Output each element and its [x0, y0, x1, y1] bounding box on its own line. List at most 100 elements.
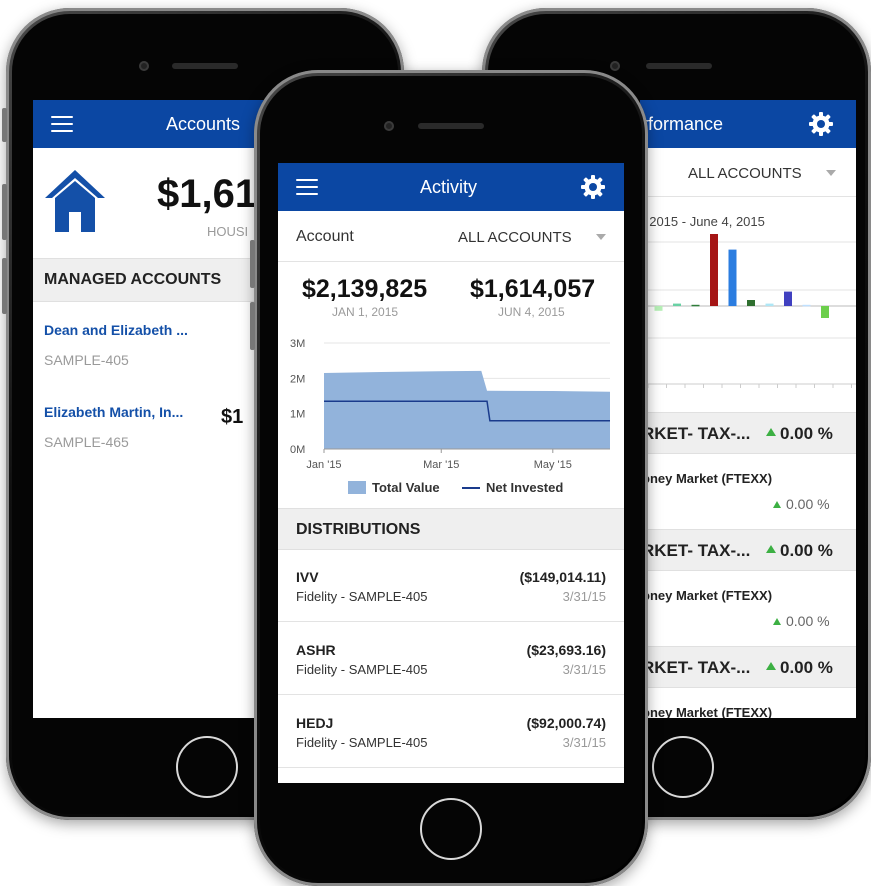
up-arrow-icon — [766, 662, 776, 670]
account-label: Account — [296, 228, 354, 245]
chevron-down-icon — [826, 170, 836, 176]
y-tick-label: 2M — [290, 373, 305, 385]
y-tick-label: 3M — [290, 338, 305, 350]
distribution-row[interactable]: ASHR Fidelity - SAMPLE-405 ($23,693.16) 3/3… — [278, 622, 624, 695]
total-subtitle: HOUSI — [207, 224, 249, 239]
start-value: $2,139,825 — [302, 275, 428, 303]
fund-row[interactable]: oney Market (FTEXX) 0.00 % — [640, 570, 856, 646]
right-title: rformance — [642, 114, 724, 134]
home-button[interactable] — [652, 736, 714, 798]
speaker-icon — [172, 63, 238, 69]
group-name: RKET- TAX-... — [642, 541, 751, 560]
left-screen: Accounts $1,61 HOUSI MANAGED ACCOUNTS De… — [33, 100, 277, 718]
account-selector[interactable]: ALL ACCOUNTS — [640, 148, 856, 197]
distribution-amount: ($92,000.74) — [526, 715, 606, 731]
group-name: RKET- TAX-... — [642, 424, 751, 443]
menu-icon[interactable] — [51, 116, 73, 132]
y-tick-label: 0M — [290, 444, 305, 456]
distribution-account: Fidelity - SAMPLE-405 — [296, 589, 428, 604]
up-arrow-icon — [766, 428, 776, 436]
section-title: MANAGED ACCOUNTS — [44, 271, 222, 288]
performance-bar — [802, 304, 811, 307]
account-selector-value: ALL ACCOUNTS — [688, 165, 802, 182]
home-button[interactable] — [420, 798, 482, 860]
fund-name: oney Market (FTEXX) — [642, 471, 773, 486]
fund-row[interactable]: oney Market (FTEXX) — [640, 687, 856, 718]
left-app-bar: Accounts — [33, 100, 277, 148]
distribution-date: 3/31/15 — [562, 735, 606, 750]
left-title: Accounts — [166, 114, 241, 134]
up-arrow-icon — [773, 501, 781, 508]
account-name: Dean and Elizabeth ... — [44, 322, 188, 338]
up-arrow-icon — [773, 618, 781, 625]
menu-icon[interactable] — [296, 179, 318, 195]
legend-total: Total Value — [372, 480, 440, 495]
performance-chart — [640, 234, 856, 388]
gear-icon[interactable] — [808, 111, 834, 137]
group-pct: 0.00 % — [780, 424, 833, 443]
distribution-row[interactable]: HEDJ Fidelity - SAMPLE-405 ($92,000.74) 3/3… — [278, 695, 624, 768]
group-name: RKET- TAX-... — [642, 658, 751, 677]
account-value: $1 — [221, 406, 244, 428]
legend-net: Net Invested — [486, 480, 564, 495]
fund-pct: 0.00 % — [786, 613, 830, 629]
account-id: SAMPLE-465 — [44, 434, 129, 450]
legend-swatch-net — [462, 487, 480, 489]
start-date: JAN 1, 2015 — [332, 305, 399, 319]
performance-bar — [765, 303, 774, 306]
distribution-row[interactable]: IVV Fidelity - SAMPLE-405 ($149,014.11) 3/3… — [278, 549, 624, 622]
performance-bar — [691, 304, 700, 307]
performance-bar — [654, 306, 663, 311]
volume-down-button — [250, 302, 255, 350]
account-item[interactable]: Elizabeth Martin, In... SAMPLE-465 $1 — [33, 390, 277, 466]
section-header: MANAGED ACCOUNTS — [33, 258, 277, 302]
distribution-amount: ($23,693.16) — [526, 642, 606, 658]
performance-bar — [784, 291, 792, 306]
account-id: SAMPLE-405 — [44, 352, 129, 368]
gear-icon[interactable] — [580, 174, 606, 200]
center-screen: Activity Account ALL ACCOUNTS $2,139,825… — [278, 163, 624, 783]
right-app-bar: rformance — [640, 100, 856, 148]
end-date: JUN 4, 2015 — [498, 305, 565, 319]
center-title: Activity — [420, 177, 478, 197]
activity-chart: 3M 2M 1M 0MJan '15 Mar '15 May '15 — [290, 338, 610, 471]
performance-bar — [821, 306, 829, 318]
fund-row[interactable]: oney Market (FTEXX) 0.00 % — [640, 453, 856, 529]
group-pct: 0.00 % — [780, 658, 833, 677]
account-name: Elizabeth Martin, In... — [44, 404, 184, 420]
account-item[interactable]: Dean and Elizabeth ... SAMPLE-405 — [33, 306, 277, 382]
account-selector-value: ALL ACCOUNTS — [458, 229, 572, 246]
volume-up-button — [2, 184, 7, 240]
distribution-symbol: ASHR — [296, 642, 336, 658]
distribution-date: 3/31/15 — [562, 662, 606, 677]
camera-icon — [139, 61, 149, 71]
performance-group-header[interactable]: RKET- TAX-... 0.00 % — [640, 412, 856, 454]
fund-name: oney Market (FTEXX) — [642, 705, 773, 718]
house-icon — [45, 170, 105, 232]
date-range: , 2015 - June 4, 2015 — [642, 214, 765, 229]
performance-bar — [747, 300, 755, 306]
x-tick-label: Mar '15 — [423, 459, 459, 471]
center-phone: Activity Account ALL ACCOUNTS $2,139,825… — [250, 70, 648, 886]
right-screen: rformance ALL ACCOUNTS , 2015 - June 4, … — [640, 100, 856, 718]
home-button[interactable] — [176, 736, 238, 798]
fund-pct: 0.00 % — [786, 496, 830, 512]
section-title: DISTRIBUTIONS — [296, 521, 421, 538]
volume-down-button — [2, 258, 7, 314]
chevron-down-icon — [596, 234, 606, 240]
legend-swatch-total — [348, 481, 366, 494]
performance-bar — [710, 234, 718, 306]
camera-icon — [384, 121, 394, 131]
mute-switch — [2, 108, 7, 142]
distribution-symbol: HEDJ — [296, 715, 334, 731]
center-app-bar: Activity — [278, 163, 624, 211]
x-tick-label: May '15 — [534, 459, 572, 471]
performance-group-header[interactable]: RKET- TAX-... 0.00 % — [640, 529, 856, 571]
distribution-symbol: IVV — [296, 569, 319, 585]
group-pct: 0.00 % — [780, 541, 833, 560]
up-arrow-icon — [766, 545, 776, 553]
performance-group-header[interactable]: RKET- TAX-... 0.00 % — [640, 646, 856, 688]
distribution-amount: ($149,014.11) — [519, 569, 606, 585]
account-selector[interactable]: Account ALL ACCOUNTS — [278, 211, 624, 262]
x-tick-label: Jan '15 — [306, 459, 341, 471]
